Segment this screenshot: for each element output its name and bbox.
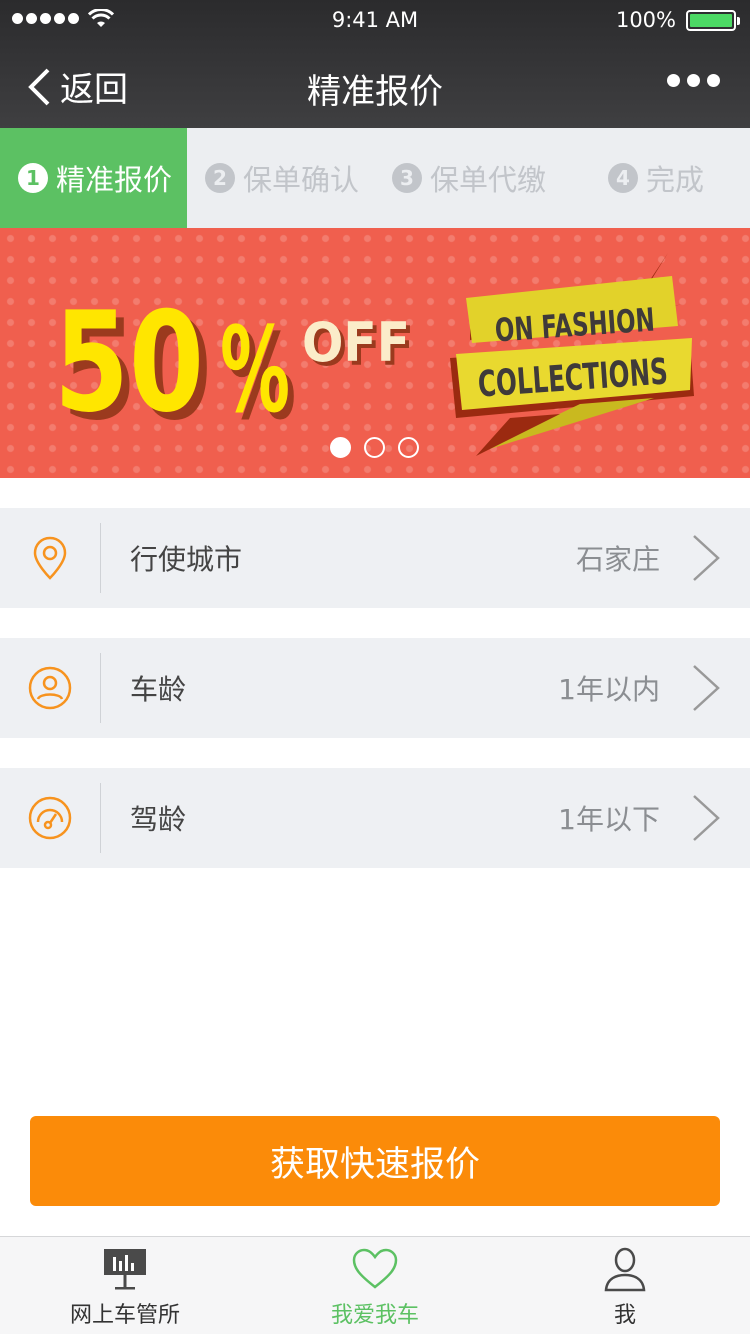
- banner-percent-front: %: [220, 301, 290, 439]
- person-icon: [28, 666, 72, 710]
- battery-percentage: 100%: [615, 8, 676, 32]
- vehicle-age-row[interactable]: 车龄 1年以内: [0, 638, 750, 738]
- tab-me[interactable]: 我: [500, 1237, 750, 1334]
- city-row[interactable]: 行使城市 石家庄: [0, 508, 750, 608]
- carousel-dot-3[interactable]: [398, 437, 419, 458]
- step-label: 保单代缴: [430, 163, 547, 197]
- row-divider: [100, 783, 101, 853]
- progress-steps: 1 精准报价 2 保单确认 3 保单代缴 4 完成: [0, 128, 750, 228]
- promo-banner[interactable]: 50 50 % % OFF OFF ON FASHION COLLECTIONS: [0, 228, 750, 478]
- tab-label: 我爱我车: [330, 1303, 419, 1328]
- row-divider: [100, 653, 101, 723]
- step-1: 1 精准报价: [0, 128, 187, 228]
- step-number: 2: [205, 163, 235, 193]
- carousel-indicator: [330, 437, 419, 458]
- banner-discount-front: 50: [54, 282, 204, 443]
- step-label: 精准报价: [56, 163, 173, 197]
- tab-label: 网上车管所: [69, 1303, 180, 1328]
- more-options-button[interactable]: [667, 74, 720, 87]
- chevron-right-icon: [693, 665, 720, 711]
- row-label: 行使城市: [130, 543, 243, 576]
- dashboard-board-icon: [104, 1249, 146, 1290]
- chevron-right-icon: [693, 795, 720, 841]
- tab-label: 我: [613, 1303, 636, 1328]
- chevron-left-icon: [28, 68, 50, 105]
- back-label: 返回: [60, 70, 128, 110]
- carousel-dot-1[interactable]: [330, 437, 351, 458]
- speedometer-icon: [28, 796, 72, 840]
- get-quote-button[interactable]: 获取快速报价: [30, 1116, 720, 1206]
- tab-my-car[interactable]: 我爱我车: [250, 1237, 500, 1334]
- step-label: 保单确认: [243, 163, 360, 197]
- back-button[interactable]: 返回: [26, 62, 128, 111]
- user-icon: [604, 1247, 646, 1292]
- navigation-bar: 返回 精准报价: [0, 40, 750, 128]
- status-bar: 9:41 AM 100%: [0, 0, 750, 40]
- location-pin-icon: [33, 536, 67, 580]
- header: 9:41 AM 100% 返回 精准报价: [0, 0, 750, 128]
- battery-icon: [686, 10, 740, 31]
- heart-icon: [352, 1248, 398, 1289]
- row-label: 车龄: [130, 673, 187, 706]
- row-value: 1年以内: [558, 673, 660, 706]
- banner-off-front: OFF: [302, 311, 410, 374]
- row-value: 1年以下: [558, 803, 660, 836]
- step-2: 2 保单确认: [205, 128, 359, 228]
- step-4: 4 完成: [608, 128, 704, 228]
- step-number: 1: [18, 163, 48, 193]
- chevron-right-icon: [693, 535, 720, 581]
- step-3: 3 保单代缴: [392, 128, 546, 228]
- step-number: 4: [608, 163, 638, 193]
- tab-vehicle-office[interactable]: 网上车管所: [0, 1237, 250, 1334]
- row-value: 石家庄: [575, 543, 660, 576]
- tab-bar: 网上车管所 我爱我车 我: [0, 1236, 750, 1334]
- driving-experience-row[interactable]: 驾龄 1年以下: [0, 768, 750, 868]
- step-label: 完成: [646, 163, 705, 197]
- row-label: 驾龄: [130, 803, 187, 836]
- step-number: 3: [392, 163, 422, 193]
- carousel-dot-2[interactable]: [364, 437, 385, 458]
- row-divider: [100, 523, 101, 593]
